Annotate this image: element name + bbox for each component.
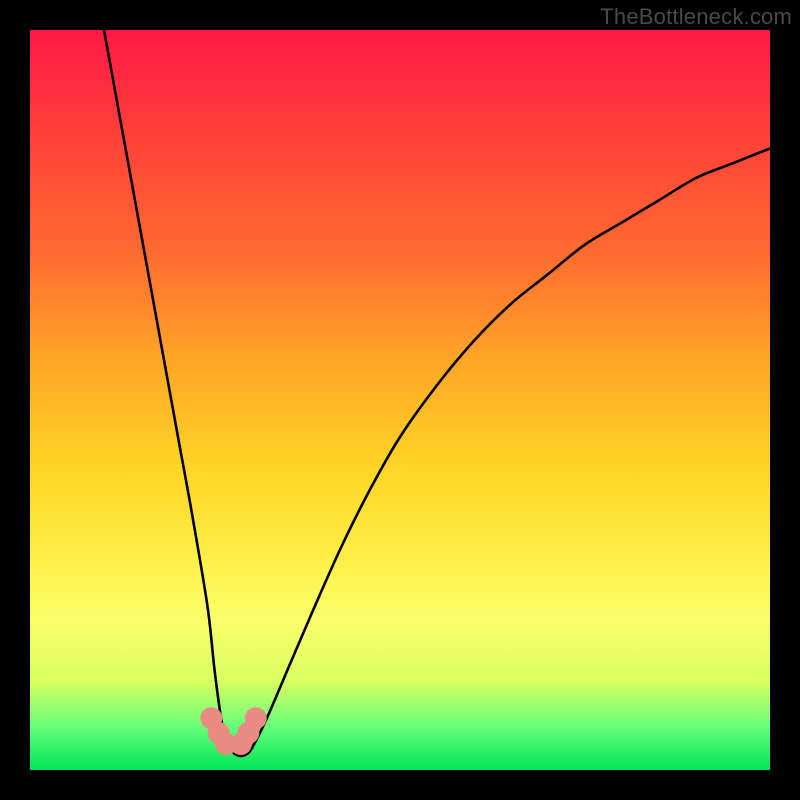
curve-svg xyxy=(30,30,770,770)
plot-area xyxy=(30,30,770,770)
watermark-text: TheBottleneck.com xyxy=(600,4,792,30)
highlight-dots-group xyxy=(200,707,266,755)
highlight-dot xyxy=(245,707,267,729)
chart-frame: TheBottleneck.com xyxy=(0,0,800,800)
bottleneck-curve-path xyxy=(104,30,770,756)
